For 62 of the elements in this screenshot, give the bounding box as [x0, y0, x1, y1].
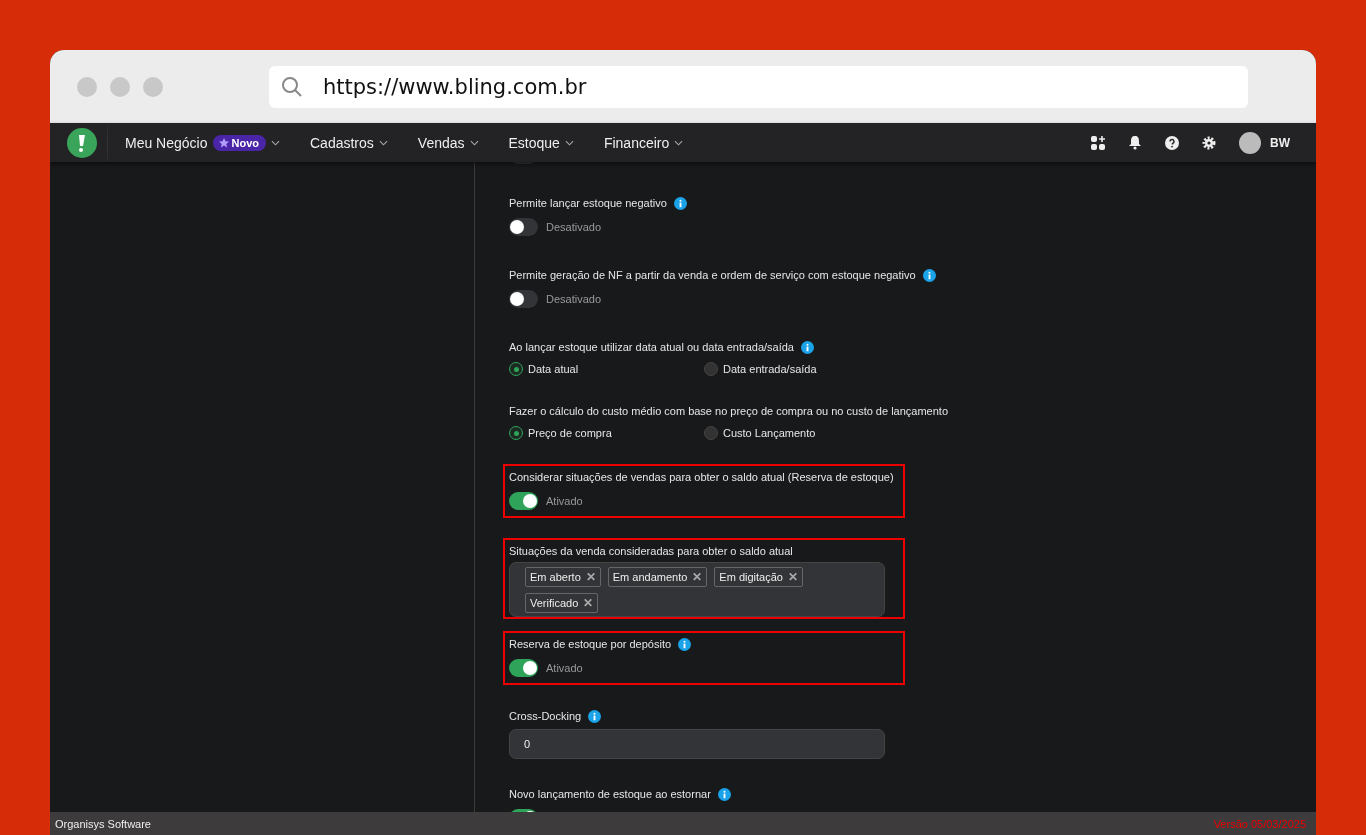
- info-icon[interactable]: [922, 268, 936, 282]
- window-dot[interactable]: [110, 76, 130, 97]
- search-icon: [281, 75, 303, 98]
- radio-label[interactable]: Custo Lançamento: [723, 427, 816, 439]
- info-icon[interactable]: [717, 787, 731, 801]
- setting-label: Reserva de estoque por depósito: [509, 638, 672, 650]
- address-bar[interactable]: https://www.bling.com.br: [269, 65, 1248, 108]
- setting-label: Fazer o cálculo do custo médio com base no preço de compra ou no custo de lançamento: [509, 405, 949, 417]
- company-name: Organisys Software: [55, 817, 151, 830]
- info-icon[interactable]: [588, 709, 602, 723]
- help-icon[interactable]: [1165, 135, 1179, 150]
- setting-label: Novo lançamento de estoque ao estornar: [509, 788, 711, 800]
- setting-label: Permite lançar estoque negativo: [509, 197, 667, 209]
- bell-icon[interactable]: [1128, 135, 1142, 150]
- version-text: Versão 05/03/2025: [1213, 817, 1306, 830]
- nav-menu-item[interactable]: Estoque: [508, 134, 574, 151]
- nav-menu-item[interactable]: Vendas: [417, 134, 479, 151]
- window-dot[interactable]: [77, 76, 97, 97]
- radio-button[interactable]: [509, 426, 523, 440]
- radio-button[interactable]: [509, 362, 523, 376]
- tag-chip[interactable]: Verificado ✕: [525, 593, 599, 613]
- tag-chip[interactable]: Em andamento ✕: [607, 567, 708, 587]
- chevron-down-icon: [271, 139, 280, 146]
- tag-select-field[interactable]: Em aberto ✕ Em andamento ✕ Em digitação ✕ Verificado ✕: [509, 562, 885, 617]
- settings-icon[interactable]: [1202, 135, 1216, 150]
- radio-label[interactable]: Data atual: [528, 363, 579, 375]
- info-icon[interactable]: [673, 196, 687, 210]
- chevron-down-icon: [378, 139, 388, 146]
- tag-chip[interactable]: Em digitação ✕: [714, 567, 803, 587]
- toggle-switch[interactable]: [509, 492, 538, 510]
- toggle-switch[interactable]: [509, 218, 538, 236]
- chevron-down-icon: [564, 139, 574, 146]
- info-icon[interactable]: [801, 340, 814, 354]
- nav-menu-item[interactable]: Financeiro: [603, 134, 684, 151]
- logo-icon[interactable]: [67, 127, 97, 158]
- apps-icon[interactable]: [1091, 135, 1105, 150]
- new-badge: Novo: [212, 134, 266, 151]
- input-field[interactable]: 0: [509, 729, 885, 759]
- user-initials[interactable]: BW: [1270, 135, 1290, 150]
- radio-button[interactable]: [704, 362, 718, 376]
- avatar[interactable]: [1239, 131, 1261, 154]
- setting-label: Considerar situações de vendas para obter o saldo atual (Reserva de estoque): [509, 471, 894, 483]
- nav-menu-item[interactable]: Meu Negócio Novo: [125, 134, 280, 151]
- tag-chip[interactable]: Em aberto ✕: [525, 567, 601, 587]
- toggle-state: Desativado: [546, 293, 602, 305]
- window-dot[interactable]: [143, 76, 163, 97]
- nav-menu-item[interactable]: Cadastros: [310, 134, 388, 151]
- setting-label: Cross-Docking: [509, 710, 582, 722]
- toggle-state: Ativado: [546, 495, 583, 507]
- toggle-state: Ativado: [546, 662, 583, 674]
- setting-label: Permite geração de NF a partir da venda e ordem de serviço com estoque negativo: [509, 269, 916, 281]
- radio-label[interactable]: Data entrada/saída: [723, 363, 817, 375]
- chevron-down-icon: [469, 139, 479, 146]
- toggle-switch[interactable]: [509, 659, 538, 677]
- toggle-switch[interactable]: [509, 290, 538, 308]
- chevron-down-icon: [674, 139, 684, 146]
- toggle-state: Desativado: [546, 221, 602, 233]
- setting-label: Ao lançar estoque utilizar data atual ou data entrada/saída: [509, 341, 794, 353]
- radio-label[interactable]: Preço de compra: [528, 427, 612, 439]
- info-icon[interactable]: [678, 637, 692, 651]
- radio-button[interactable]: [704, 426, 718, 440]
- setting-label: Situações da venda consideradas para obter o saldo atual: [509, 545, 793, 557]
